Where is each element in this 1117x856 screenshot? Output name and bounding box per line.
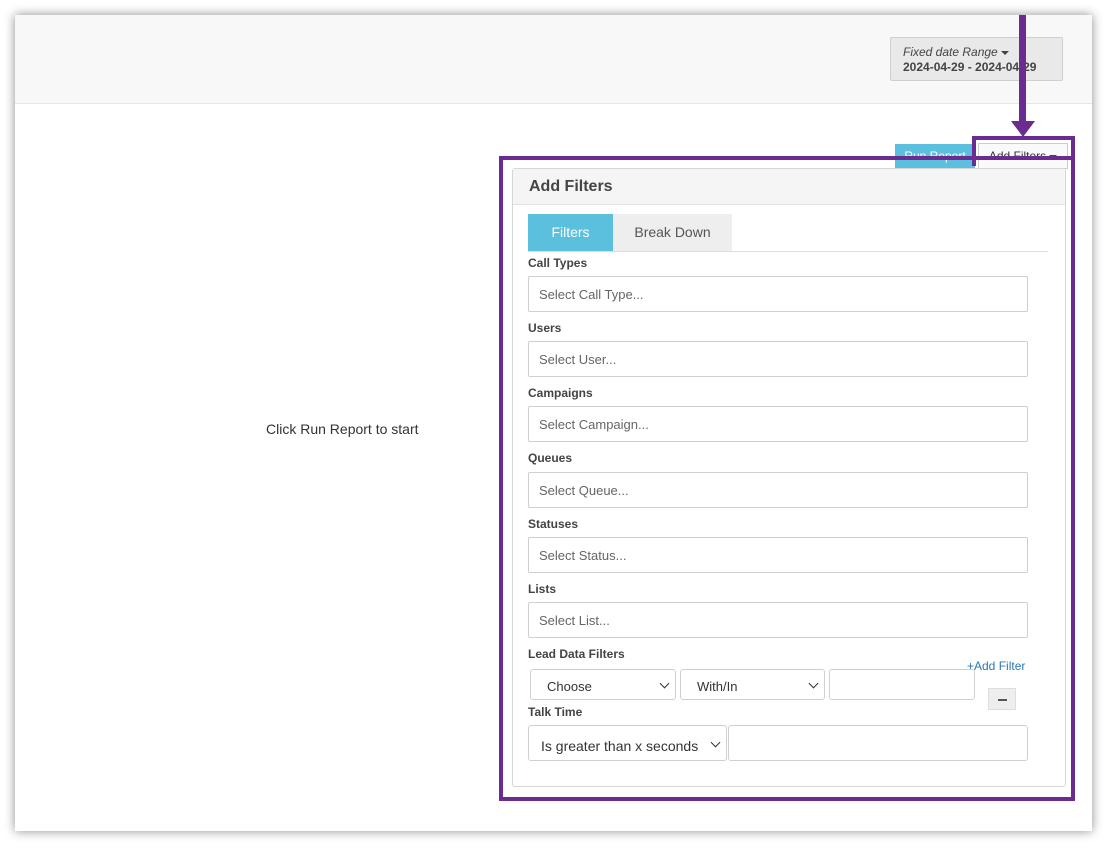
tab-filters[interactable]: Filters	[528, 214, 613, 251]
statuses-label: Statuses	[528, 517, 579, 531]
talk-time-value-input[interactable]	[728, 725, 1028, 761]
empty-state-hint: Click Run Report to start	[266, 421, 419, 437]
lead-value-input[interactable]	[829, 669, 975, 700]
caret-down-icon	[1049, 154, 1058, 159]
talk-time-operator-select[interactable]: Is greater than x seconds	[528, 725, 727, 761]
lists-select[interactable]: Select List...	[528, 602, 1028, 638]
talk-time-label: Talk Time	[528, 705, 583, 719]
lead-operator-select[interactable]: With/In	[680, 669, 825, 700]
add-filters-label: Add Filters	[988, 149, 1047, 163]
caret-down-icon	[1000, 50, 1009, 55]
chevron-down-icon	[710, 737, 721, 748]
users-select[interactable]: Select User...	[528, 341, 1028, 377]
lead-field-select-value: Choose	[547, 679, 592, 694]
app-window: Fixed date Range 2024-04-29 - 2024-04-29…	[15, 15, 1092, 831]
queues-select[interactable]: Select Queue...	[528, 472, 1028, 508]
run-report-button[interactable]: Run Report	[895, 144, 975, 168]
add-filters-panel: Add Filters Filters Break Down Call Type…	[512, 168, 1066, 787]
date-range-label: Fixed date Range	[903, 45, 998, 59]
chevron-down-icon	[659, 678, 670, 689]
queues-label: Queues	[528, 451, 573, 465]
add-filters-button[interactable]: Add Filters	[978, 143, 1068, 169]
talk-time-operator-value: Is greater than x seconds	[541, 738, 699, 754]
remove-filter-button[interactable]	[988, 688, 1016, 710]
call-types-select[interactable]: Select Call Type...	[528, 276, 1028, 312]
minus-icon	[998, 699, 1007, 701]
users-label: Users	[528, 321, 562, 335]
top-toolbar: Fixed date Range 2024-04-29 - 2024-04-29	[15, 15, 1092, 104]
add-filter-link[interactable]: +Add Filter	[967, 659, 1025, 673]
campaigns-select[interactable]: Select Campaign...	[528, 406, 1028, 442]
date-range-value: 2024-04-29 - 2024-04-29	[903, 60, 1037, 74]
lead-data-filters-label: Lead Data Filters	[528, 647, 625, 661]
call-types-label: Call Types	[528, 256, 588, 270]
lead-operator-select-value: With/In	[697, 679, 738, 694]
filter-tabs: Filters Break Down	[528, 214, 1048, 252]
annotation-arrow-icon	[1011, 121, 1035, 137]
lead-field-select[interactable]: Choose	[530, 669, 676, 700]
chevron-down-icon	[808, 678, 819, 689]
annotation-arrow-shaft	[1019, 15, 1026, 127]
date-range-button[interactable]: Fixed date Range 2024-04-29 - 2024-04-29	[890, 37, 1063, 81]
tab-break-down[interactable]: Break Down	[613, 214, 732, 251]
campaigns-label: Campaigns	[528, 386, 593, 400]
panel-title: Add Filters	[513, 169, 1065, 205]
date-range-label-row: Fixed date Range	[903, 45, 1062, 59]
lists-label: Lists	[528, 582, 557, 596]
statuses-select[interactable]: Select Status...	[528, 537, 1028, 573]
